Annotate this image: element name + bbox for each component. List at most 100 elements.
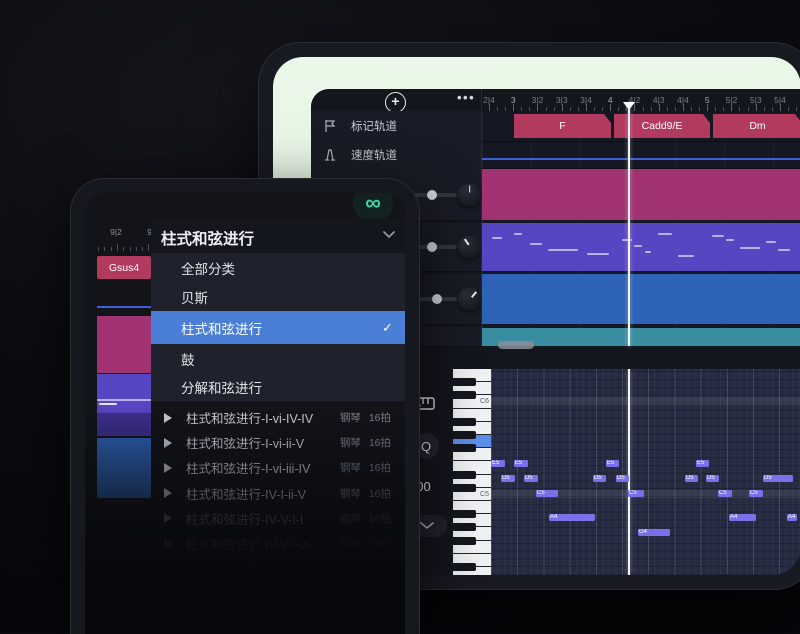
midi-note[interactable]: C5: [718, 490, 732, 497]
ruler-tick: [148, 244, 149, 251]
tempo-curve[interactable]: [482, 158, 800, 160]
piano-key-black[interactable]: [453, 563, 476, 571]
piano-key-black[interactable]: [453, 471, 476, 479]
midi-note-preview: [726, 239, 734, 241]
phone-screen: ∞ 9|29|3 Gsus4 柱式和弦进行 全部分类贝斯柱式和弦进行✓鼓分解和弦…: [85, 193, 405, 634]
tempo-track-label: 速度轨道: [351, 147, 397, 163]
length-tag: 16拍: [369, 513, 391, 525]
phone-region-purple[interactable]: [97, 374, 151, 413]
dropdown-option[interactable]: 柱式和弦进行✓: [151, 311, 405, 344]
region-magenta[interactable]: [482, 169, 800, 220]
phone-ruler[interactable]: 9|29|3: [97, 219, 151, 253]
instrument-tag: 钢琴: [340, 412, 361, 424]
piano-key-black[interactable]: [453, 444, 476, 452]
play-icon[interactable]: [164, 488, 172, 498]
midi-note[interactable]: D5: [501, 475, 515, 482]
tracks-timeline[interactable]: FCadd9/EDm: [482, 111, 800, 346]
midi-note[interactable]: C5: [628, 490, 644, 497]
piano-key-black[interactable]: [453, 523, 476, 531]
marker-track-label: 标记轨道: [351, 118, 397, 134]
midi-note[interactable]: A4: [549, 514, 595, 521]
midi-note[interactable]: E5: [491, 460, 505, 467]
flag-icon: [323, 119, 337, 133]
progression-list-item[interactable]: 柱式和弦进行-I-vi-iii-IV钢琴16拍: [151, 455, 405, 480]
more-menu-button[interactable]: •••: [457, 90, 475, 105]
timeline-ruler[interactable]: 2|433|23|33|444|24|34|455|25|35|4: [481, 89, 800, 111]
c6-row-highlight: [491, 397, 800, 405]
progression-meta: 钢琴16拍: [332, 410, 391, 425]
midi-note-preview: [778, 249, 790, 251]
midi-note[interactable]: D5: [685, 475, 698, 482]
piano-key-black[interactable]: [453, 418, 476, 426]
play-icon[interactable]: [164, 438, 172, 448]
dropdown-option[interactable]: 分解和弦进行: [151, 373, 405, 401]
volume-slider[interactable]: [411, 193, 457, 197]
piano-roll-grid[interactable]: E5 E5 E5 E5 D5 D5 D5 D5 D5 D5 D5 C5 C5 C5 C5 A4 A4 A4 G4: [491, 369, 800, 575]
midi-note[interactable]: E5: [514, 460, 528, 467]
midi-note[interactable]: D5: [593, 475, 606, 482]
piano-keyboard[interactable]: C6C5: [453, 369, 491, 575]
marker-track-header[interactable]: 标记轨道: [311, 111, 481, 142]
midi-note[interactable]: G4: [638, 529, 670, 536]
midi-note[interactable]: E5: [606, 460, 619, 467]
phone-region-magenta[interactable]: [97, 316, 151, 373]
play-icon[interactable]: [164, 513, 172, 523]
ruler-tick: [659, 104, 660, 111]
midi-note-preview: [622, 239, 632, 241]
midi-note[interactable]: A4: [787, 514, 797, 521]
dropdown-option[interactable]: 鼓: [151, 344, 405, 373]
ruler-tick: [111, 247, 112, 251]
pan-knob[interactable]: [458, 288, 481, 311]
piano-key-black[interactable]: [453, 537, 476, 545]
piano-key-black[interactable]: [453, 431, 476, 439]
progression-list-item[interactable]: 柱式和弦进行-I-vi-IV-IV钢琴16拍: [151, 405, 405, 430]
region-purple-midi[interactable]: [482, 223, 800, 271]
progression-title: 柱式和弦进行-I-vi-IV-IV: [186, 408, 332, 427]
dropdown-option[interactable]: 全部分类: [151, 253, 405, 282]
phone-region-deep-purple[interactable]: [97, 413, 151, 436]
progression-list: 柱式和弦进行-I-vi-IV-IV钢琴16拍柱式和弦进行-I-vi-ii-V钢琴…: [151, 401, 405, 634]
phone-chord-region[interactable]: Gsus4: [97, 256, 151, 279]
tempo-track-header[interactable]: 速度轨道: [311, 141, 481, 170]
midi-note-preview: [645, 251, 651, 253]
ruler-tick: [731, 104, 732, 111]
instrument-tag: 钢琴: [340, 538, 361, 550]
progression-list-item[interactable]: 柱式和弦进行-IV-V-I-I钢琴16拍: [151, 506, 405, 531]
pan-knob[interactable]: [458, 236, 481, 259]
playhead[interactable]: [628, 103, 630, 346]
instrument-tag: 钢琴: [340, 488, 361, 500]
region-blue[interactable]: [482, 274, 800, 324]
piano-key-black[interactable]: [453, 378, 476, 386]
ruler-tick: [104, 247, 105, 251]
midi-note[interactable]: E5: [696, 460, 709, 467]
midi-note[interactable]: D5: [706, 475, 719, 482]
add-track-button[interactable]: +: [385, 92, 406, 113]
category-dropdown: 柱式和弦进行 全部分类贝斯柱式和弦进行✓鼓分解和弦进行: [151, 219, 405, 401]
midi-note[interactable]: A4: [729, 514, 756, 521]
midi-note[interactable]: D5: [763, 475, 793, 482]
piano-key-black[interactable]: [453, 391, 476, 399]
dropdown-option[interactable]: 贝斯: [151, 282, 405, 311]
midi-note[interactable]: D5: [616, 475, 629, 482]
piano-key-black[interactable]: [453, 510, 476, 518]
piano-key-black[interactable]: [453, 484, 476, 492]
midi-note[interactable]: C5: [749, 490, 763, 497]
play-icon[interactable]: [164, 463, 172, 473]
chord-region[interactable]: F: [514, 114, 611, 138]
dropdown-header[interactable]: 柱式和弦进行: [151, 219, 405, 254]
length-tag: 16拍: [369, 488, 391, 500]
midi-note[interactable]: D5: [524, 475, 538, 482]
phone-region-blue[interactable]: [97, 438, 151, 498]
progression-list-item[interactable]: 柱式和弦进行-I-vi-ii-V钢琴16拍: [151, 430, 405, 455]
ruler-tick: [489, 104, 490, 111]
play-icon[interactable]: [164, 539, 172, 549]
playhead[interactable]: [628, 369, 630, 575]
pan-knob[interactable]: [458, 183, 481, 206]
play-icon[interactable]: [164, 413, 172, 423]
playhead-handle[interactable]: [623, 102, 635, 110]
midi-note[interactable]: C5: [536, 490, 558, 497]
chord-region[interactable]: Dm: [713, 114, 800, 138]
horizontal-scrollbar[interactable]: [498, 341, 534, 349]
progression-list-item[interactable]: 柱式和弦进行-IV-I-ii-V钢琴16拍: [151, 481, 405, 506]
progression-list-item[interactable]: 柱式和弦进行-IV-V-I-vi钢琴16拍: [151, 531, 405, 556]
